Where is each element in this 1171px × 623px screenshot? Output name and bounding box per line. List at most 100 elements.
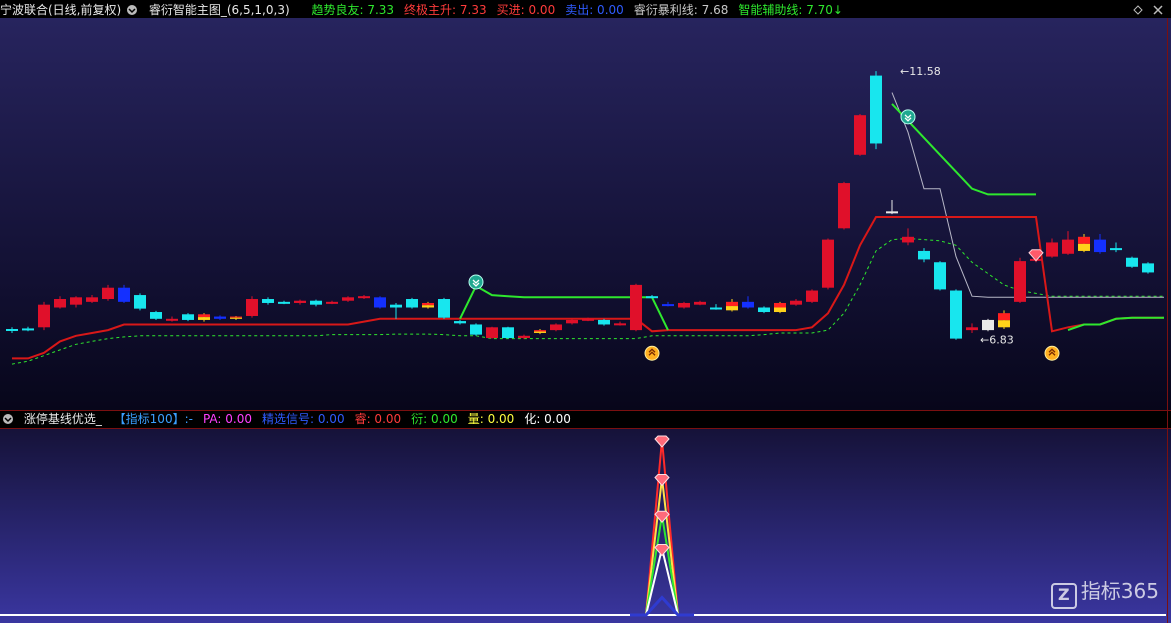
candle-body-bottom <box>1078 243 1090 251</box>
sub-value-2: 精选信号: 0.00 <box>262 412 345 426</box>
diamond-icon[interactable] <box>1133 5 1143 15</box>
candle-body <box>1094 239 1106 253</box>
candle-body-top <box>534 330 546 332</box>
candle-body <box>950 290 962 339</box>
candle-body-bottom <box>198 317 210 320</box>
candle-body-bottom <box>230 317 242 319</box>
indicator-name[interactable]: 睿衍智能主图_(6,5,1,0,3) <box>149 3 290 17</box>
candle-body <box>598 319 610 325</box>
buy-signal-icon <box>1044 345 1060 361</box>
stock-title: 宁波联合(日线,前复权) <box>0 3 122 17</box>
sub-header: 涨停基线优选_ 【指标100】:- PA: 0.00 精选信号: 0.00 睿: 0.… <box>0 410 585 428</box>
candle-body <box>166 318 178 321</box>
candle-body <box>550 324 562 331</box>
candle-body <box>902 236 914 243</box>
close-icon[interactable] <box>1153 5 1163 15</box>
candle <box>806 289 818 303</box>
watermark-text: 指标365 <box>1080 579 1159 603</box>
header-value-4: 睿衍暴利线: 7.68 <box>633 3 729 17</box>
chart-canvas: ←11.58 ←6.83 <box>0 5 1171 623</box>
candle-body <box>566 319 578 324</box>
candle <box>38 301 50 331</box>
price-annotation: ←6.83 <box>980 334 1014 347</box>
candle-body <box>630 284 642 331</box>
candle-body-bottom <box>774 307 786 313</box>
candle <box>246 296 258 318</box>
watermark-logo-icon: Z <box>1050 583 1077 609</box>
candle-body <box>1142 263 1154 273</box>
candle-body <box>870 75 882 144</box>
candle-body <box>486 327 498 339</box>
candle-body <box>342 297 354 301</box>
candle-body <box>982 319 994 331</box>
candle-body <box>614 323 626 326</box>
candle-body-bottom <box>726 306 738 311</box>
candle-body-bottom <box>422 305 434 308</box>
sub-value-6: 化: 0.00 <box>524 412 571 426</box>
candle-body <box>678 302 690 308</box>
candle-body <box>710 307 722 310</box>
watermark: Z 指标365 <box>1050 575 1159 609</box>
candle-body <box>1110 248 1122 251</box>
candle-body <box>6 328 18 331</box>
sub-value-1: PA: 0.00 <box>202 412 252 426</box>
candle-body <box>86 297 98 302</box>
candle-body-top <box>1078 236 1090 244</box>
candle <box>502 326 514 339</box>
candle-body <box>214 316 226 319</box>
candle-body <box>246 299 258 316</box>
candle-body <box>966 327 978 331</box>
candle-body <box>1014 261 1026 302</box>
candle-body-top <box>726 301 738 307</box>
candle-body <box>758 307 770 313</box>
indicator-values: 趋势良友: 7.33 终极主升: 7.33 买进: 0.00 卖出: 0.00 睿衍暴利… <box>311 3 853 17</box>
candle-body <box>38 304 50 328</box>
candle-body <box>1046 242 1058 257</box>
candle <box>950 289 962 340</box>
candle-body <box>454 321 466 324</box>
main-header: 宁波联合(日线,前复权) 睿衍智能主图_(6,5,1,0,3) 趋势良友: 7.… <box>0 1 857 19</box>
candle-body <box>1126 257 1138 267</box>
candle <box>1014 257 1026 303</box>
candle-body <box>182 314 194 320</box>
candle-body <box>70 297 82 305</box>
candle-body <box>518 335 530 339</box>
candle-body <box>806 290 818 302</box>
header-value-0: 趋势良友: 7.33 <box>311 3 395 17</box>
candle <box>630 283 642 332</box>
header-value-5: 智能辅助线: 7.70↓ <box>738 3 843 17</box>
candle-body-top <box>774 302 786 308</box>
candle <box>470 323 482 336</box>
candle-body <box>22 328 34 331</box>
candle-body <box>470 324 482 335</box>
candle-body <box>502 327 514 339</box>
sub-value-3: 睿: 0.00 <box>354 412 402 426</box>
candle-body <box>134 295 146 309</box>
candle-body-top <box>198 314 210 318</box>
candle <box>870 71 882 150</box>
candle <box>438 297 450 319</box>
candle-body <box>838 183 850 229</box>
candle-body <box>646 296 658 299</box>
candle-body <box>1062 239 1074 254</box>
candle <box>774 301 786 314</box>
candle-body <box>742 301 754 308</box>
candle-body <box>294 300 306 303</box>
candle-body-bottom <box>998 320 1010 328</box>
candle-body <box>358 296 370 299</box>
candle-body <box>54 299 66 308</box>
header-value-1: 终极主升: 7.33 <box>404 3 487 17</box>
candle-body-top <box>998 313 1010 321</box>
sub-indicator-name[interactable]: 涨停基线优选_ <box>24 412 102 426</box>
chart-window: ←11.58 ←6.83 宁波联合(日线,前复权) 睿衍智能主图_(6,5,1,0… <box>0 0 1171 623</box>
candle <box>182 313 194 322</box>
candle <box>486 326 498 339</box>
candle-body <box>694 301 706 305</box>
candle <box>1142 262 1154 274</box>
main-panel-bg <box>0 18 1171 410</box>
candle <box>374 296 386 309</box>
sub-panel-bg <box>0 428 1171 623</box>
candle <box>854 114 866 156</box>
window-control-icons[interactable] <box>1133 5 1163 15</box>
candle-body <box>822 239 834 288</box>
